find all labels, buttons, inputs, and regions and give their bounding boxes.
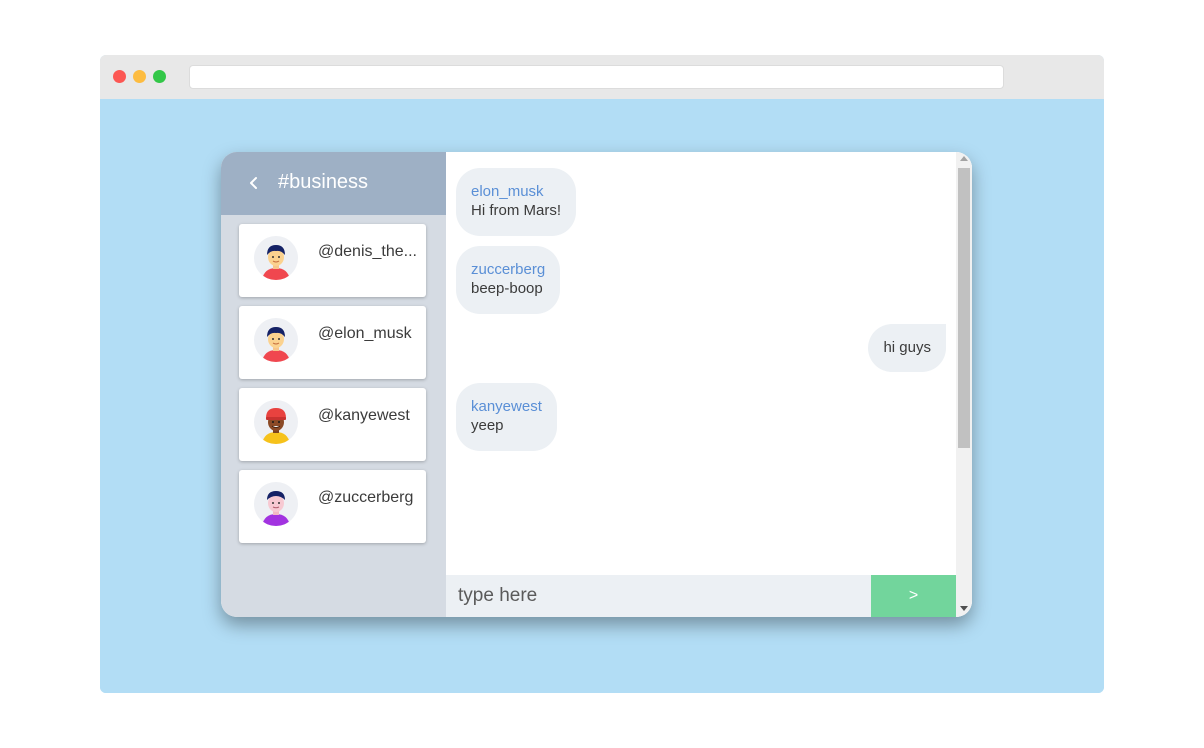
channel-title: #business <box>278 171 369 193</box>
user-avatar-icon <box>254 482 298 526</box>
page-content: #business @denis_the... @elon_musk @kany… <box>100 99 1104 693</box>
user-handle: @denis_the... <box>318 243 417 260</box>
close-window-button[interactable] <box>113 70 126 83</box>
message-text: yeep <box>471 417 504 434</box>
user-avatar-icon <box>254 236 298 280</box>
scrollbar[interactable] <box>956 152 972 617</box>
scroll-down-arrow-icon[interactable] <box>960 606 968 611</box>
address-bar[interactable] <box>189 65 1004 89</box>
message-text: beep-boop <box>471 280 543 297</box>
message-bubble: elon_musk Hi from Mars! <box>456 168 576 236</box>
message-bubble-own: hi guys <box>868 324 946 372</box>
message-sender: zuccerberg <box>471 261 546 278</box>
chevron-left-icon-svg <box>250 177 257 189</box>
chat-panel: elon_musk Hi from Mars! zuccerberg beep-… <box>446 152 972 617</box>
message-sender: kanyewest <box>471 398 542 415</box>
chevron-left-icon[interactable] <box>247 170 261 196</box>
user-card-zuccerberg[interactable]: @zuccerberg <box>239 470 426 543</box>
chat-app: #business @denis_the... @elon_musk @kany… <box>221 152 972 617</box>
user-card-kanyewest[interactable]: @kanyewest <box>239 388 426 461</box>
user-handle: @elon_musk <box>318 325 412 342</box>
minimize-window-button[interactable] <box>133 70 146 83</box>
message-text: hi guys <box>883 339 931 356</box>
message-bubble: kanyewest yeep <box>456 383 557 451</box>
sidebar: #business @denis_the... @elon_musk @kany… <box>221 152 446 617</box>
scroll-up-arrow-icon[interactable] <box>960 156 968 161</box>
browser-toolbar <box>100 55 1104 99</box>
user-card-elon-musk[interactable]: @elon_musk <box>239 306 426 379</box>
maximize-window-button[interactable] <box>153 70 166 83</box>
message-sender: elon_musk <box>471 183 544 200</box>
message-bubble: zuccerberg beep-boop <box>456 246 561 314</box>
message-text: Hi from Mars! <box>471 202 561 219</box>
user-card-denis[interactable]: @denis_the... <box>239 224 426 297</box>
message-list: elon_musk Hi from Mars! zuccerberg beep-… <box>446 152 956 575</box>
user-avatar-icon <box>254 318 298 362</box>
sidebar-header: #business <box>221 152 446 215</box>
message-input[interactable] <box>446 575 871 617</box>
browser-window: #business @denis_the... @elon_musk @kany… <box>100 55 1104 693</box>
user-avatar-icon <box>254 400 298 444</box>
scroll-thumb[interactable] <box>958 168 970 448</box>
send-button[interactable]: > <box>871 575 956 617</box>
user-handle: @kanyewest <box>318 407 410 424</box>
user-handle: @zuccerberg <box>318 489 414 506</box>
message-composer: > <box>446 575 956 617</box>
